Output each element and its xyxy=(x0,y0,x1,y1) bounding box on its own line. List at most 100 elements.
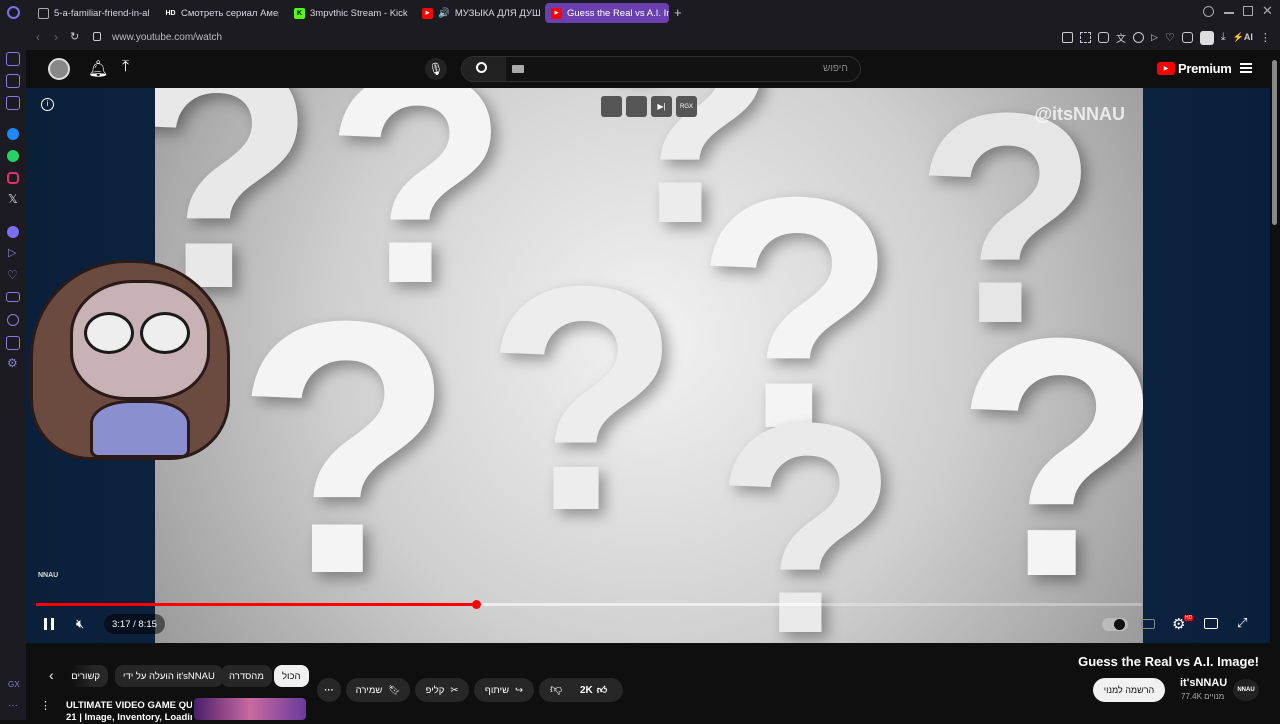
adblock-icon[interactable] xyxy=(1098,32,1109,43)
rgx-badge[interactable]: RGX xyxy=(676,96,697,117)
url-field[interactable]: www.youtube.com/watch xyxy=(112,32,222,43)
clip-button[interactable]: קליפ ✂ xyxy=(415,678,469,702)
extension-icons: 文 ▷ ♡ ⤓ ⚡AI ⋮ xyxy=(1062,30,1271,45)
skip-icon[interactable]: ▶| xyxy=(651,96,672,117)
tab-5[interactable]: ▶Guess the Real vs A.I. Imag xyxy=(545,3,669,23)
thumbs-up-icon: 👍︎ xyxy=(596,685,608,696)
fullscreen-icon[interactable]: ⤢ xyxy=(1237,615,1247,631)
pause-button[interactable] xyxy=(44,618,54,630)
hd-icon: HD xyxy=(165,9,176,17)
translate-icon[interactable]: 文 xyxy=(1116,30,1126,45)
progress-track[interactable] xyxy=(36,600,1142,609)
messenger-icon[interactable] xyxy=(7,128,19,140)
workspace-icon[interactable] xyxy=(6,52,20,66)
channel-name[interactable]: it'sNNAU xyxy=(1180,677,1227,689)
rec-title[interactable]: ULTIMATE VIDEO GAME QUIZ 21 | Image, Inv… xyxy=(66,700,192,724)
player-icon[interactable]: ▷ xyxy=(8,246,16,259)
autoplay-toggle[interactable] xyxy=(1102,618,1128,631)
workspace-icon[interactable] xyxy=(6,96,20,110)
progress-played xyxy=(36,603,477,606)
pin-icon[interactable] xyxy=(1062,32,1073,43)
heart-icon[interactable]: ♡ xyxy=(1165,31,1175,44)
more-icon[interactable]: ··· xyxy=(8,700,18,711)
notifications-icon[interactable]: 🔔︎ xyxy=(88,59,108,79)
youtube-logo[interactable]: ▶ Premium xyxy=(1157,61,1232,76)
heart-icon[interactable]: ♡ xyxy=(7,268,18,282)
hamburger-menu-icon[interactable] xyxy=(1240,63,1252,73)
new-tab-button[interactable]: + xyxy=(674,5,682,20)
history-icon[interactable] xyxy=(7,314,19,326)
vpn-icon[interactable] xyxy=(1133,32,1144,43)
tab-bar: 5-a-familiar-friend-in-alie HD Смотреть с… xyxy=(0,0,1280,26)
subscriber-count: 77.4K מנויים xyxy=(1181,692,1225,701)
instagram-icon[interactable] xyxy=(7,172,19,184)
chip-uploader[interactable]: הועלה על ידי it'sNNAU xyxy=(115,665,223,687)
question-mark: ? xyxy=(485,219,681,577)
scissors-icon: ✂ xyxy=(450,684,459,696)
back-icon[interactable]: ‹ xyxy=(36,30,40,44)
tab-4[interactable]: ▶ 🔊 МУЗЫКА ДЛЯ ДУШИ xyxy=(416,3,540,23)
forward-icon[interactable]: › xyxy=(54,30,58,44)
gx-icon[interactable]: GX xyxy=(8,680,20,689)
page-scrollbar[interactable] xyxy=(1272,60,1277,225)
like-button[interactable]: 2K 👍︎ xyxy=(580,678,623,702)
exit-icon[interactable] xyxy=(626,96,647,117)
minimize-icon[interactable] xyxy=(1224,12,1234,14)
snapshot-icon[interactable] xyxy=(1080,32,1091,43)
spotify-icon[interactable] xyxy=(7,226,19,238)
extensions-icon[interactable] xyxy=(6,336,20,350)
avatar[interactable] xyxy=(48,58,70,80)
tabs-icon[interactable] xyxy=(6,292,20,302)
share-button[interactable]: שיתוף ↪ xyxy=(474,678,534,702)
subtitles-icon[interactable] xyxy=(1141,619,1155,629)
info-icon[interactable]: i xyxy=(41,98,54,111)
keyboard-icon[interactable] xyxy=(512,65,524,73)
more-actions-button[interactable]: ··· xyxy=(317,678,341,702)
maximize-icon[interactable] xyxy=(1243,6,1253,16)
mute-icon[interactable]: 🔇︎ xyxy=(76,616,84,632)
profile-icon[interactable] xyxy=(1199,30,1214,45)
kebab-menu-icon[interactable]: ⋮ xyxy=(40,699,51,712)
chip-series[interactable]: מהסדרה xyxy=(221,665,272,687)
download-icon[interactable]: ⤓ xyxy=(1221,31,1226,44)
tab-1[interactable]: 5-a-familiar-friend-in-alie xyxy=(32,3,150,23)
popout-icon[interactable] xyxy=(601,96,622,117)
share-icon: ↪ xyxy=(515,684,524,696)
search-tabs-icon[interactable] xyxy=(1203,6,1214,17)
save-button[interactable]: שמירה 🔖︎ xyxy=(346,678,410,702)
upload-icon[interactable]: ⤒ xyxy=(122,58,129,76)
workspace-icon[interactable] xyxy=(6,74,20,88)
opera-logo-icon[interactable] xyxy=(7,6,20,19)
settings-icon[interactable]: ⚙ xyxy=(7,356,18,370)
channel-avatar[interactable]: NNAU xyxy=(1233,679,1259,701)
play-icon[interactable]: ▷ xyxy=(1151,32,1158,43)
close-icon[interactable]: ✕ xyxy=(1262,3,1273,19)
dislike-button[interactable]: 👎︎ xyxy=(550,682,562,697)
speaker-icon: 🔊 xyxy=(438,7,450,19)
menu-icon[interactable]: ⋮ xyxy=(1260,31,1271,44)
aria-icon[interactable]: ⚡AI xyxy=(1233,32,1253,43)
chip-all[interactable]: הכול xyxy=(274,665,309,687)
search-box[interactable]: חיפוש xyxy=(461,56,861,82)
chip-related[interactable]: קשורים xyxy=(70,665,108,687)
tab-3[interactable]: K 3mpvthic Stream - Kick D xyxy=(288,3,410,23)
bookmark-icon: 🔖︎ xyxy=(388,684,401,696)
video-frame: ? ? ? ? ? ? ? ? ? @itsNNAU xyxy=(155,88,1143,643)
chevron-left-icon[interactable]: ‹ xyxy=(49,667,54,683)
puzzle-icon[interactable] xyxy=(1181,32,1193,43)
x-icon[interactable]: 𝕏 xyxy=(8,192,18,206)
avatar-glasses xyxy=(140,312,190,354)
avatar-glasses xyxy=(84,312,134,354)
streamer-avatar xyxy=(30,250,240,465)
voice-search-icon[interactable]: 🎙︎ xyxy=(425,58,447,80)
kick-icon: K xyxy=(294,7,305,19)
miniplayer-icon[interactable] xyxy=(1204,618,1218,629)
video-title: Guess the Real vs A.I. Image! xyxy=(1078,654,1259,669)
search-input[interactable]: חיפוש xyxy=(823,63,848,74)
subscribe-button[interactable]: הרשמה למנוי xyxy=(1093,678,1165,702)
reload-icon[interactable]: ↻ xyxy=(70,30,79,43)
tab-2[interactable]: HD Смотреть сериал Амери xyxy=(159,3,279,23)
whatsapp-icon[interactable] xyxy=(7,150,19,162)
rec-thumbnail[interactable] xyxy=(194,698,306,720)
question-mark: ? xyxy=(955,268,1143,643)
